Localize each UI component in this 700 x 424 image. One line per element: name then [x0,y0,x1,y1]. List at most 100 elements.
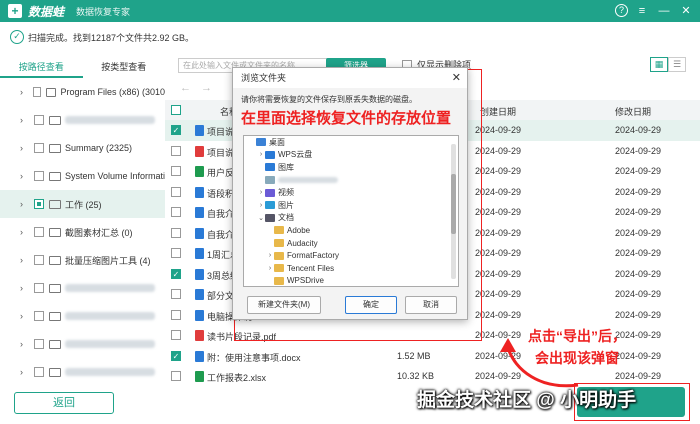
file-checkbox[interactable]: ✓ [171,350,181,361]
expand-caret-icon[interactable]: › [20,311,28,321]
file-modified: 2024-09-29 [615,227,662,238]
tree-item-checkbox[interactable] [34,367,44,377]
back-button[interactable]: 返回 [14,392,114,414]
file-checkbox[interactable] [171,186,181,197]
expand-caret-icon[interactable]: › [257,151,265,158]
tree-item-checkbox[interactable] [34,199,44,209]
ok-button[interactable]: 确定 [345,296,397,314]
dialog-tree-item[interactable]: WPSDrive [244,275,458,286]
dialog-tree-item[interactable] [244,174,458,187]
dialog-tree-item[interactable]: ⌄ 文档 [244,212,458,225]
file-checkbox[interactable] [171,248,181,258]
file-checkbox[interactable] [171,166,181,176]
tree-item-checkbox[interactable] [34,115,44,125]
tree-item[interactable]: › 截图素材汇总 (0) [0,218,165,246]
expand-caret-icon[interactable]: › [257,189,265,196]
tab-by-path[interactable]: 按路径查看 [0,58,83,78]
tree-item-checkbox[interactable] [32,87,42,97]
dialog-tree-item[interactable]: Adobe [244,224,458,237]
file-checkbox[interactable] [171,330,181,340]
tree-item-checkbox[interactable] [34,311,44,321]
dialog-tree-item[interactable]: Audacity [244,237,458,250]
expand-caret-icon[interactable]: › [20,367,28,377]
tree-item-label-blurred [65,368,155,376]
dialog-tree-item[interactable]: › FormatFactory [244,249,458,262]
expand-caret-icon[interactable]: › [20,227,28,237]
expand-caret-icon[interactable]: › [20,283,28,293]
column-created[interactable]: 创建日期 [480,105,516,118]
expand-caret-icon[interactable]: › [20,143,28,153]
dialog-tree-item[interactable]: › WPS云盘 [244,149,458,162]
tree-item-label: 截图素材汇总 (0) [65,227,133,238]
tree-item-checkbox[interactable] [34,143,44,153]
file-checkbox[interactable]: ✓ [171,125,181,135]
tree-item-label-blurred [65,116,155,124]
file-checkbox[interactable] [171,371,181,381]
file-type-icon [195,371,204,382]
file-checkbox[interactable] [171,207,181,217]
column-modified[interactable]: 修改日期 [615,105,651,118]
tree-item[interactable]: › 工作 (25) [0,190,165,218]
tree-item[interactable]: › System Volume Informati [0,162,165,190]
file-name: 工作报表2.xlsx [207,373,267,382]
tree-item[interactable]: › [0,106,165,134]
file-type-icon [195,350,204,362]
tree-item-label: 批量压缩图片工具 (4) [65,255,151,266]
file-checkbox[interactable]: ✓ [171,268,181,279]
dialog-tree-item[interactable]: › 视频 [244,186,458,199]
file-checkbox[interactable] [171,289,181,299]
tree-item[interactable]: › [0,330,165,358]
tree-item[interactable]: › 批量压缩图片工具 (4) [0,246,165,274]
annotation-line-2: 会出现该弹窗 [535,350,619,366]
app-logo-icon: + [8,4,22,18]
tree-item-checkbox[interactable] [33,171,44,181]
dialog-tree-item[interactable]: 桌面 [244,136,458,149]
tree-item-checkbox[interactable] [34,227,44,237]
folder-tree: › Program Files (x86) (3010 › › Summary (232… [0,78,165,383]
file-checkbox[interactable] [171,309,181,320]
expand-caret-icon[interactable]: › [20,87,27,97]
expand-caret-icon[interactable]: › [266,265,274,272]
dialog-tree-item[interactable]: › 图片 [244,199,458,212]
file-checkbox[interactable] [171,227,181,238]
cancel-button[interactable]: 取消 [405,296,457,314]
tab-by-type[interactable]: 按类型查看 [83,58,166,78]
nav-arrows[interactable]: ←→ [180,82,222,94]
grid-view-icon[interactable]: ▦ [650,57,668,72]
tree-item[interactable]: › Program Files (x86) (3010 [0,78,165,106]
new-folder-button[interactable]: 新建文件夹(M) [247,296,321,314]
expand-caret-icon[interactable]: › [20,171,28,181]
list-view-icon[interactable]: ☰ [668,57,686,72]
dialog-close-icon[interactable]: ✕ [452,68,461,88]
expand-caret-icon[interactable]: › [257,202,265,209]
expand-caret-icon[interactable]: ⌄ [257,214,265,222]
tree-item[interactable]: › [0,274,165,302]
dialog-tree-item[interactable]: 图库 [244,161,458,174]
select-all-checkbox[interactable] [171,105,181,115]
dialog-scroll-thumb[interactable] [451,174,456,234]
tree-item[interactable]: › Summary (2325) [0,134,165,162]
help-icon[interactable]: ? [615,4,628,17]
folder-icon [265,201,275,210]
menu-icon[interactable]: ≡ [634,3,650,19]
browse-folder-dialog: 浏览文件夹 ✕ 请你将需要恢复的文件保存到原丢失数据的磁盘。 在里面选择恢复文件… [232,67,468,320]
folder-icon [49,283,61,293]
minimize-icon[interactable]: — [656,3,672,19]
expand-caret-icon[interactable]: › [20,199,28,209]
tree-item[interactable]: › [0,358,165,383]
dialog-title-bar: 浏览文件夹 ✕ [233,68,467,88]
dialog-tree-item[interactable]: › Tencent Files [244,262,458,275]
expand-caret-icon[interactable]: › [266,252,274,259]
expand-caret-icon[interactable]: › [20,115,28,125]
close-icon[interactable]: ✕ [678,3,694,19]
file-type-icon [195,227,204,239]
tree-item-checkbox[interactable] [34,255,44,265]
dialog-scrollbar[interactable] [451,144,456,279]
app-name: 数据蛙 [28,4,65,19]
file-checkbox[interactable] [171,145,181,156]
expand-caret-icon[interactable]: › [20,339,28,349]
tree-item[interactable]: › [0,302,165,330]
expand-caret-icon[interactable]: › [20,255,28,265]
tree-item-checkbox[interactable] [34,339,44,349]
tree-item-checkbox[interactable] [34,283,44,293]
